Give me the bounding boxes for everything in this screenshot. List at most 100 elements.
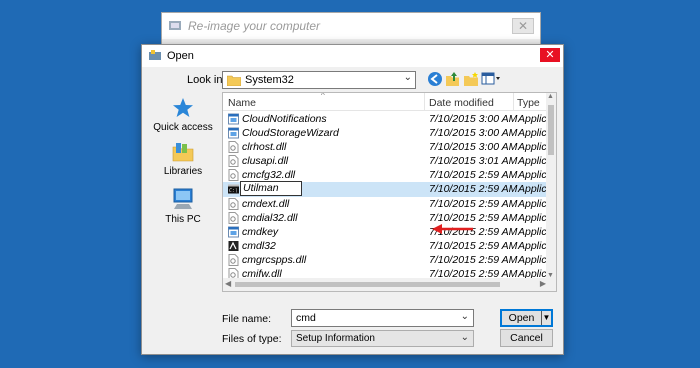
file-type: Applic	[518, 253, 547, 266]
scroll-thumb[interactable]	[235, 282, 500, 287]
file-date: 7/10/2015 2:59 AM	[429, 239, 518, 252]
application-icon	[228, 113, 239, 125]
file-row[interactable]: clrhost.dll 7/10/2015 3:00 AM Applic	[223, 140, 548, 154]
chevron-down-icon: ⌄	[460, 332, 469, 343]
up-folder-icon[interactable]	[445, 71, 461, 87]
file-type: Applic	[518, 239, 547, 252]
look-in-dropdown[interactable]: System32 ⌄	[222, 71, 416, 89]
view-menu-icon[interactable]	[481, 71, 501, 87]
column-divider[interactable]	[424, 93, 425, 111]
folder-icon	[227, 75, 241, 86]
file-date: 7/10/2015 2:59 AM	[429, 253, 518, 266]
file-name: Utilman	[243, 182, 279, 195]
background-window-title: Re-image your computer	[188, 19, 321, 33]
file-row[interactable]: cmdial32.dll 7/10/2015 2:59 AM Applic	[223, 211, 548, 225]
file-date: 7/10/2015 2:59 AM	[429, 169, 518, 182]
file-type: Applic	[518, 127, 547, 140]
open-dialog: Open ✕ Look in: System32 ⌄ Quick access …	[141, 44, 564, 355]
column-header-name[interactable]: Name	[228, 97, 256, 109]
back-icon[interactable]	[427, 71, 443, 87]
scroll-right-icon[interactable]: ▶	[540, 279, 546, 288]
command-prompt-icon: C:\	[228, 184, 239, 194]
file-name-value: cmd	[296, 312, 316, 324]
file-name: CloudStorageWizard	[242, 127, 339, 140]
place-libraries[interactable]: Libraries	[148, 141, 218, 177]
dll-file-icon	[228, 169, 239, 182]
chevron-down-icon[interactable]: ⌄	[461, 311, 469, 322]
file-date: 7/10/2015 3:01 AM	[429, 155, 518, 168]
file-name: clrhost.dll	[242, 141, 287, 154]
svg-text:C:\: C:\	[229, 188, 238, 194]
dll-file-icon	[228, 211, 239, 224]
navigation-toolbar	[427, 71, 501, 87]
application-icon	[228, 226, 239, 238]
open-button-label: Open	[508, 312, 535, 324]
file-date: 7/10/2015 2:59 AM	[429, 183, 518, 196]
file-name: clusapi.dll	[242, 155, 289, 168]
file-name: cmcfg32.dll	[242, 169, 296, 182]
files-of-type-dropdown[interactable]: Setup Information ⌄	[291, 330, 474, 347]
place-this-pc[interactable]: This PC	[148, 187, 218, 225]
file-rows: CloudNotifications 7/10/2015 3:00 AM Appli…	[223, 112, 548, 291]
column-header-date[interactable]: Date modified	[429, 97, 494, 109]
star-icon	[173, 98, 193, 117]
file-row[interactable]: clusapi.dll 7/10/2015 3:01 AM Applic	[223, 154, 548, 168]
rename-input[interactable]: Utilman	[240, 181, 302, 197]
file-name: cmdkey	[242, 225, 279, 238]
scroll-thumb[interactable]	[548, 105, 554, 155]
file-type: Applic	[518, 197, 547, 210]
file-type: Applic	[518, 155, 547, 168]
file-row[interactable]: cmdl32 7/10/2015 2:59 AM Applic	[223, 239, 548, 253]
files-of-type-value: Setup Information	[296, 333, 375, 344]
dialog-title: Open	[167, 50, 194, 62]
place-label: Quick access	[153, 122, 213, 133]
app-icon	[169, 21, 181, 30]
file-name-input[interactable]: cmd ⌄	[291, 309, 474, 327]
place-quick-access[interactable]: Quick access	[148, 97, 218, 133]
background-close-button[interactable]: ✕	[512, 18, 534, 34]
dll-file-icon	[228, 197, 239, 210]
red-arrow-icon	[432, 224, 473, 234]
dll-file-icon	[228, 141, 239, 154]
place-label: Libraries	[163, 166, 203, 177]
scroll-up-icon[interactable]: ▲	[547, 93, 554, 100]
application-icon	[228, 127, 239, 139]
open-button[interactable]: Open ▼	[500, 309, 553, 327]
file-row[interactable]: cmgrcspps.dll 7/10/2015 2:59 AM Applic	[223, 253, 548, 267]
vertical-scrollbar[interactable]: ▲ ▼	[546, 93, 556, 279]
file-list[interactable]: ^ Name Date modified Type CloudNotificat…	[222, 92, 557, 292]
look-in-row: Look in: System32 ⌄	[142, 71, 563, 91]
cancel-button[interactable]: Cancel	[500, 329, 553, 347]
place-label: This PC	[165, 214, 201, 225]
file-row[interactable]: cmdkey 7/10/2015 2:59 AM Applic	[223, 225, 548, 239]
file-row[interactable]: CloudNotifications 7/10/2015 3:00 AM Appli…	[223, 112, 548, 126]
look-in-value: System32	[245, 74, 294, 86]
horizontal-scrollbar[interactable]: ◀ ▶	[223, 278, 556, 291]
files-of-type-label: Files of type:	[222, 333, 282, 345]
file-type: Applic	[518, 225, 547, 238]
open-split-arrow-icon[interactable]: ▼	[541, 311, 551, 325]
column-header-type[interactable]: Type	[517, 97, 540, 109]
column-divider[interactable]	[513, 93, 514, 111]
background-window-titlebar: Re-image your computer	[162, 13, 540, 39]
dialog-titlebar: Open ✕	[142, 45, 563, 67]
file-name-label: File name:	[222, 313, 272, 325]
file-name: CloudNotifications	[242, 113, 327, 125]
file-row[interactable]: C:\ Utilman 7/10/2015 2:59 AM Applic	[223, 181, 548, 197]
chevron-down-icon: ⌄	[403, 72, 412, 83]
file-name: cmgrcspps.dll	[242, 253, 307, 266]
new-folder-icon[interactable]	[463, 71, 479, 87]
file-date: 7/10/2015 2:59 AM	[429, 197, 518, 210]
libraries-icon	[172, 143, 194, 162]
file-name: cmdial32.dll	[242, 211, 298, 224]
file-type: Applic	[518, 141, 547, 154]
file-date: 7/10/2015 3:00 AM	[429, 113, 518, 125]
file-row[interactable]: CloudStorageWizard 7/10/2015 3:00 AM Appli…	[223, 126, 548, 140]
scroll-left-icon[interactable]: ◀	[225, 279, 231, 288]
file-row[interactable]: cmdext.dll 7/10/2015 2:59 AM Applic	[223, 197, 548, 211]
look-in-label: Look in:	[187, 74, 226, 86]
file-row[interactable]: cmcfg32.dll 7/10/2015 2:59 AM Applic	[223, 168, 548, 182]
file-date: 7/10/2015 3:00 AM	[429, 141, 518, 154]
file-name: cmdl32	[242, 239, 276, 252]
close-button[interactable]: ✕	[540, 48, 560, 62]
